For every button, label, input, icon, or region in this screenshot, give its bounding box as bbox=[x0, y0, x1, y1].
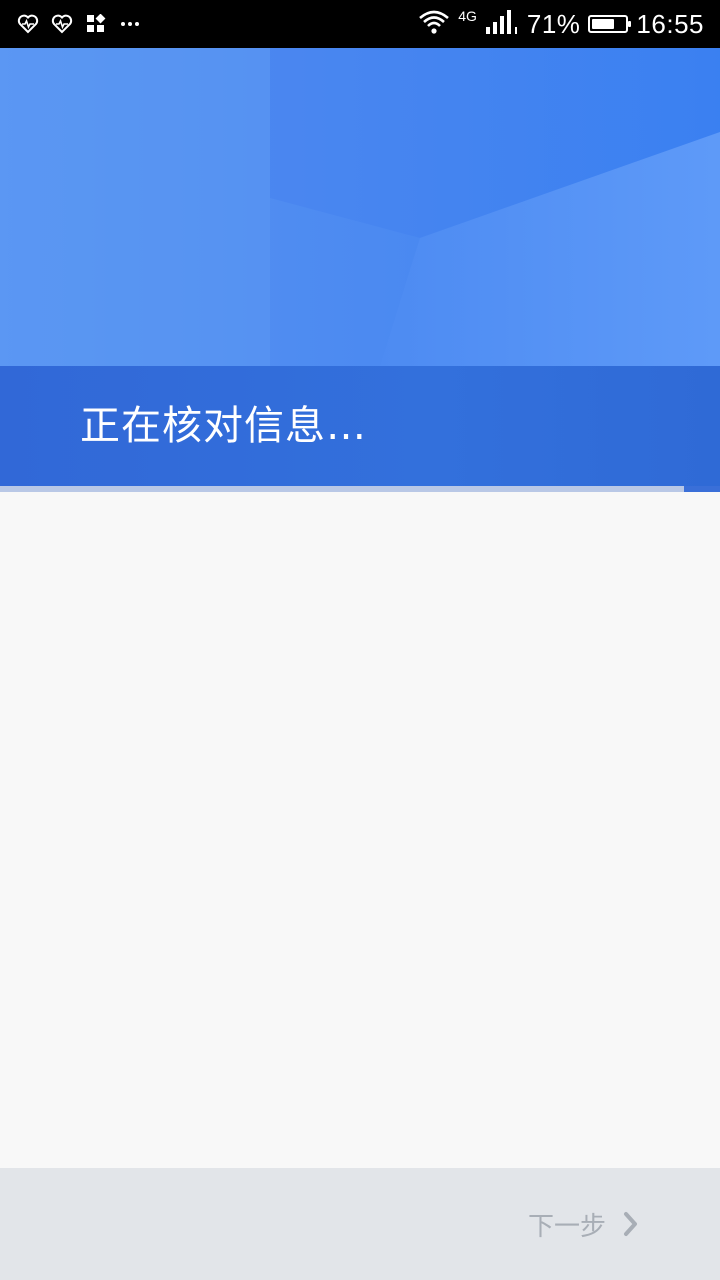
wifi-icon bbox=[418, 9, 450, 39]
header-hero bbox=[0, 48, 720, 366]
battery-percent: 71% bbox=[526, 8, 581, 39]
heart-rate-icon bbox=[50, 12, 74, 36]
status-right: 4G 71% 16:55 bbox=[418, 6, 704, 42]
heart-rate-icon bbox=[16, 12, 40, 36]
hero-background-shapes bbox=[0, 48, 720, 366]
page-title: 正在核对信息… bbox=[80, 403, 367, 449]
status-left-icons bbox=[16, 10, 142, 38]
next-step-button[interactable]: 下一步 bbox=[528, 1200, 642, 1248]
network-type-label: 4G bbox=[458, 8, 477, 24]
more-dots-icon bbox=[118, 12, 142, 36]
next-step-label: 下一步 bbox=[527, 1211, 606, 1242]
content-area bbox=[0, 492, 720, 1168]
status-bar: 4G 71% 16:55 bbox=[0, 0, 720, 48]
clock: 16:55 bbox=[636, 8, 704, 39]
chevron-right-icon bbox=[620, 1210, 642, 1238]
battery-icon bbox=[588, 15, 632, 33]
screen: 4G 71% 16:55 正在核对信息… 下一步 bbox=[0, 0, 720, 1280]
battery-level bbox=[592, 19, 614, 29]
apps-grid-icon bbox=[84, 12, 108, 36]
signal-icon bbox=[485, 9, 519, 39]
